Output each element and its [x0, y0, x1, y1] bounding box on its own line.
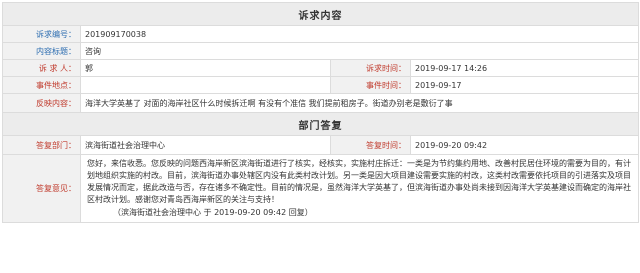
event-time-value: 2019-09-17 — [410, 76, 639, 94]
petition-section-title: 诉求内容 — [2, 2, 639, 26]
reply-opinion-row: 答复意见： 您好，来信收悉。您反映的问题西海岸新区滨海街道进行了核实，经核实，实… — [2, 154, 639, 223]
reply-opinion-label: 答复意见： — [2, 154, 81, 223]
reply-time-label: 答复时间： — [330, 135, 411, 155]
petition-title-label: 内容标题： — [2, 42, 81, 60]
petition-table: 诉求内容 诉求编号： 201909170038 内容标题： 咨询 诉 求 人： … — [2, 2, 639, 223]
petition-time-value: 2019-09-17 14:26 — [410, 59, 639, 77]
petition-detail-page: 诉求内容 诉求编号： 201909170038 内容标题： 咨询 诉 求 人： … — [0, 0, 640, 273]
reply-section-title: 部门答复 — [2, 112, 639, 136]
reply-department-label: 答复部门： — [2, 135, 81, 155]
petition-content-row: 反映内容： 海洋大学英基了 对面的海岸社区什么时候拆迁啊 有没有个准信 我们提前… — [2, 93, 639, 113]
reply-signature: （滨海街道社会治理中心 于 2019-09-20 09:42 回复） — [113, 208, 313, 217]
petition-content-value: 海洋大学英基了 对面的海岸社区什么时候拆迁啊 有没有个准信 我们提前租房子。街道… — [80, 93, 639, 113]
petition-number-label: 诉求编号： — [2, 25, 81, 43]
reply-opinion-body: 您好，来信收悉。您反映的问题西海岸新区滨海街道进行了核实，经核实，实施村庄拆迁：… — [87, 159, 631, 204]
event-location-label: 事件地点： — [2, 76, 81, 94]
petition-number-row: 诉求编号： 201909170038 — [2, 25, 639, 43]
reply-department-row: 答复部门： 滨海街道社会治理中心 答复时间： 2019-09-20 09:42 — [2, 135, 639, 155]
petition-content-label: 反映内容： — [2, 93, 81, 113]
petition-section-header-row: 诉求内容 — [2, 2, 639, 26]
petition-title-value: 咨询 — [80, 42, 639, 60]
reply-opinion-content: 您好，来信收悉。您反映的问题西海岸新区滨海街道进行了核实，经核实，实施村庄拆迁：… — [80, 154, 639, 223]
event-time-label: 事件时间： — [330, 76, 411, 94]
petitioner-row: 诉 求 人： 郭 诉求时间： 2019-09-17 14:26 — [2, 59, 639, 77]
event-row: 事件地点： 事件时间： 2019-09-17 — [2, 76, 639, 94]
event-location-value — [80, 76, 331, 94]
petitioner-value: 郭 — [80, 59, 331, 77]
petitioner-label: 诉 求 人： — [2, 59, 81, 77]
petition-title-row: 内容标题： 咨询 — [2, 42, 639, 60]
petition-number-value: 201909170038 — [80, 25, 639, 43]
petition-time-label: 诉求时间： — [330, 59, 411, 77]
reply-section-header-row: 部门答复 — [2, 112, 639, 136]
reply-department-value: 滨海街道社会治理中心 — [80, 135, 331, 155]
reply-time-value: 2019-09-20 09:42 — [410, 135, 639, 155]
